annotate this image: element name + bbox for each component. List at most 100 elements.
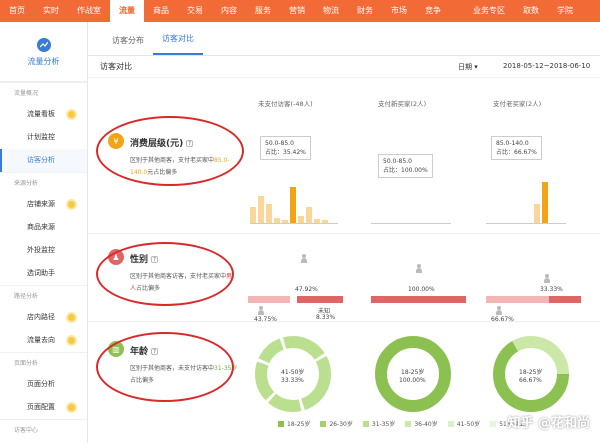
sidebar-item[interactable]: 页面分析	[0, 373, 87, 396]
male-person-icon	[416, 264, 422, 273]
nav-item-1[interactable]: 实时	[34, 0, 68, 22]
unknown-percent: 8.33%	[316, 314, 336, 321]
sidebar-group-label[interactable]: 页面分析	[0, 352, 87, 373]
legend-item[interactable]: 26-30岁	[320, 419, 353, 428]
consumption-bar[interactable]	[298, 216, 304, 223]
gender-bar-unpaid	[248, 296, 343, 303]
sidebar-group-label[interactable]: 路径分析	[0, 285, 87, 306]
nav-item-12[interactable]: 竞争	[416, 0, 450, 22]
sidebar-group-label[interactable]: 访客中心	[0, 419, 87, 440]
traffic-chart-icon	[36, 38, 51, 52]
consumption-bar[interactable]	[250, 206, 256, 223]
sidebar-item[interactable]: 商品来源	[0, 216, 87, 239]
consumption-bar[interactable]	[534, 203, 540, 223]
legend-item[interactable]: 31-35岁	[362, 419, 396, 428]
gender-bar-female[interactable]	[486, 296, 550, 303]
nav-item-7[interactable]: 服务	[246, 0, 280, 22]
section-header: 访客对比 日期 ▾ 2018-05-12~2018-06-10	[88, 56, 600, 78]
consumption-bar[interactable]	[306, 206, 312, 223]
nav-item-5[interactable]: 交易	[178, 0, 212, 22]
legend-label: 31-35岁	[371, 421, 396, 428]
nav-item-0[interactable]: 首页	[0, 0, 34, 22]
donut-value: 100.00%	[399, 377, 426, 384]
sidebar-item-label: 计划监控	[27, 133, 55, 141]
gender-bar-female[interactable]	[248, 296, 290, 303]
nav-item-4[interactable]: 商品	[144, 0, 178, 22]
donut-range: 41-50岁	[281, 369, 305, 376]
legend-label: 41-50岁	[456, 421, 481, 428]
watermark: 知乎 @花和尚	[507, 416, 590, 431]
consumption-bar[interactable]	[322, 220, 328, 223]
new-badge-icon	[66, 402, 77, 413]
main-panel: 访客分布 访客对比 访客对比 日期 ▾ 2018-05-12~2018-06-1…	[88, 22, 600, 443]
nav-item-3[interactable]: 流量	[110, 0, 144, 22]
sidebar-item-label: 页面分析	[27, 380, 55, 388]
column-header-old-buyer: 支付老买家(2人)	[493, 100, 542, 108]
tooltip: 50.0-85.0 占比：35.42%	[260, 136, 311, 160]
sidebar-item-label: 访客分析	[27, 156, 55, 164]
sidebar-header: 流量分析	[0, 22, 87, 82]
nav-item-10[interactable]: 财务	[348, 0, 382, 22]
section-title: 访客对比	[100, 62, 132, 71]
legend-swatch	[490, 420, 497, 427]
consumption-bars-unpaid	[250, 169, 338, 224]
highlight-ellipse	[96, 332, 234, 402]
sidebar-item[interactable]: 页面配置	[0, 396, 87, 419]
donut-range: 18-25岁	[519, 369, 543, 376]
gender-bar-old-buyer	[486, 296, 581, 303]
male-person-icon	[301, 254, 307, 263]
nav-item-13[interactable]: 业务专区	[464, 0, 514, 22]
legend-item[interactable]: 18-25岁	[278, 419, 310, 428]
gender-bar-male[interactable]	[297, 296, 343, 303]
female-person-icon	[496, 306, 502, 315]
consumption-bar[interactable]	[274, 217, 280, 223]
tab-visitor-distribution[interactable]: 访客分布	[103, 35, 153, 55]
nav-item-11[interactable]: 市场	[382, 0, 416, 22]
legend-swatch	[405, 420, 412, 427]
date-range[interactable]: 2018-05-12~2018-06-10	[503, 62, 590, 70]
sidebar-item[interactable]: 店铺来源	[0, 193, 87, 216]
sidebar-menu: 流量概况 流量看板计划监控访客分析来源分析 店铺来源商品来源外投监控选词助手路径分析…	[0, 82, 87, 440]
gender-bar-male[interactable]	[371, 296, 466, 303]
sidebar: 流量分析 流量概况 流量看板计划监控访客分析来源分析 店铺来源商品来源外投监控选词助…	[0, 22, 88, 443]
nav-item-6[interactable]: 内容	[212, 0, 246, 22]
sidebar-item[interactable]: 流量去向	[0, 329, 87, 352]
consumption-bar[interactable]	[290, 187, 296, 223]
sidebar-group-label[interactable]: 来源分析	[0, 172, 87, 193]
donut-value: 66.67%	[519, 377, 542, 384]
sidebar-item-label: 商品来源	[27, 223, 55, 231]
sidebar-item[interactable]: 计划监控	[0, 126, 87, 149]
consumption-bar[interactable]	[542, 181, 548, 223]
legend-item[interactable]: 36-40岁	[405, 419, 438, 428]
sidebar-item[interactable]: 店内路径	[0, 306, 87, 329]
date-filter-label: 日期	[458, 63, 472, 71]
sidebar-item[interactable]: 访客分析	[0, 149, 87, 172]
consumption-bar[interactable]	[258, 195, 264, 223]
sidebar-item[interactable]: 流量看板	[0, 103, 87, 126]
consumption-bar[interactable]	[282, 220, 288, 223]
nav-item-15[interactable]: 学院	[548, 0, 582, 22]
new-badge-icon	[66, 335, 77, 346]
tab-visitor-compare[interactable]: 访客对比	[153, 33, 203, 55]
legend-item[interactable]: 41-50岁	[447, 419, 481, 428]
new-badge-icon	[66, 199, 77, 210]
nav-item-14[interactable]: 取数	[514, 0, 548, 22]
consumption-bar[interactable]	[266, 203, 272, 223]
nav-item-8[interactable]: 营销	[280, 0, 314, 22]
nav-item-9[interactable]: 物流	[314, 0, 348, 22]
sidebar-group-label[interactable]: 流量概况	[0, 82, 87, 103]
date-filter-select[interactable]: 日期 ▾	[458, 62, 478, 72]
female-person-icon	[258, 306, 264, 315]
gender-bar-male[interactable]	[549, 296, 581, 303]
legend-label: 26-30岁	[329, 421, 353, 428]
tooltip: 85.0-140.0 占比：66.67%	[491, 136, 542, 160]
sidebar-item[interactable]: 选词助手	[0, 262, 87, 285]
consumption-bar[interactable]	[314, 218, 320, 223]
new-badge-icon	[66, 109, 77, 120]
sidebar-item[interactable]: 外投监控	[0, 239, 87, 262]
highlight-ellipse	[96, 242, 234, 306]
nav-item-2[interactable]: 作战室	[68, 0, 110, 22]
legend-label: 18-25岁	[287, 421, 311, 428]
sidebar-item-label: 选词助手	[27, 269, 55, 277]
sidebar-item-label: 外投监控	[27, 246, 55, 254]
